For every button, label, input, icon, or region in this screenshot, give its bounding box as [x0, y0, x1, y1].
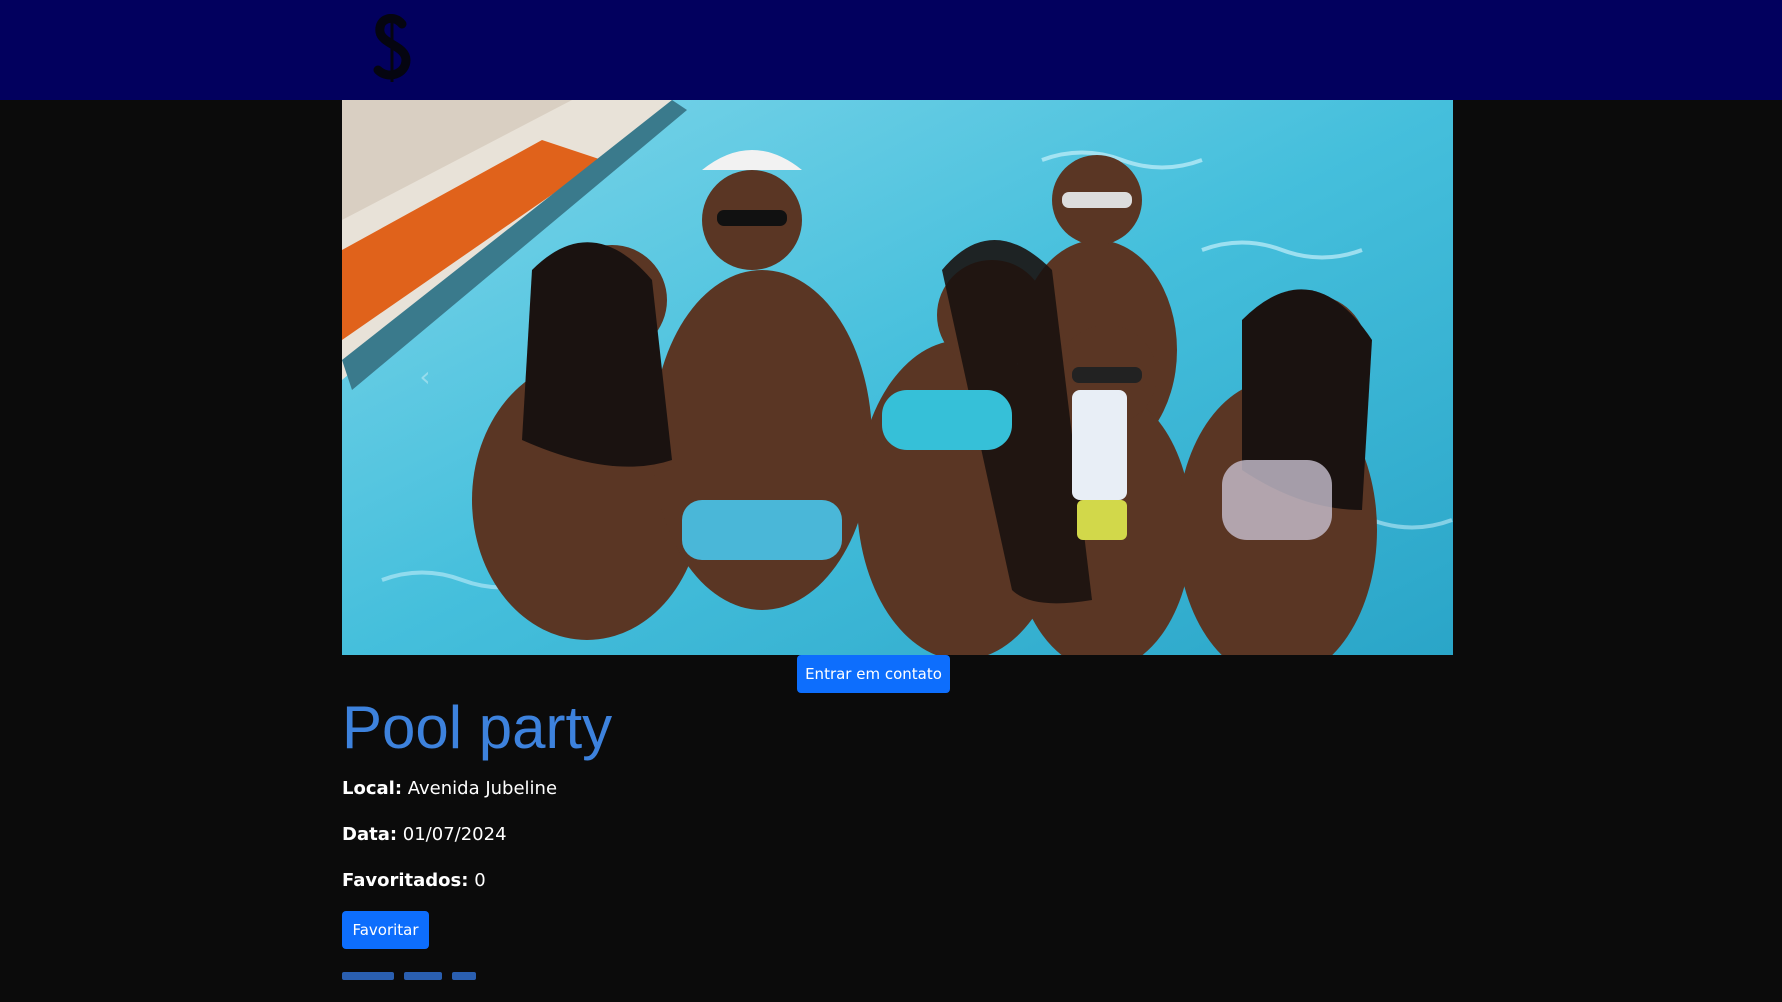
location-value: Avenida Jubeline: [407, 778, 558, 799]
date-value: 01/07/2024: [402, 824, 507, 845]
contact-button[interactable]: Entrar em contato: [797, 655, 950, 693]
date-label: Data:: [342, 824, 398, 845]
favorites-count: 0: [474, 870, 486, 891]
chevron-left-icon[interactable]: ‹: [410, 362, 440, 392]
event-location: Local: Avenida Jubeline: [342, 777, 557, 801]
event-favorites: Favoritados: 0: [342, 869, 486, 893]
event-title: Pool party: [342, 694, 613, 761]
s-logo-icon[interactable]: [372, 13, 414, 84]
event-date: Data: 01/07/2024: [342, 823, 507, 847]
location-label: Local:: [342, 778, 403, 799]
top-navbar: [0, 0, 1782, 100]
favorites-label: Favoritados:: [342, 870, 469, 891]
next-section-heading: [342, 962, 542, 1002]
event-photo: [342, 100, 1453, 655]
favorite-button[interactable]: Favoritar: [342, 911, 429, 949]
